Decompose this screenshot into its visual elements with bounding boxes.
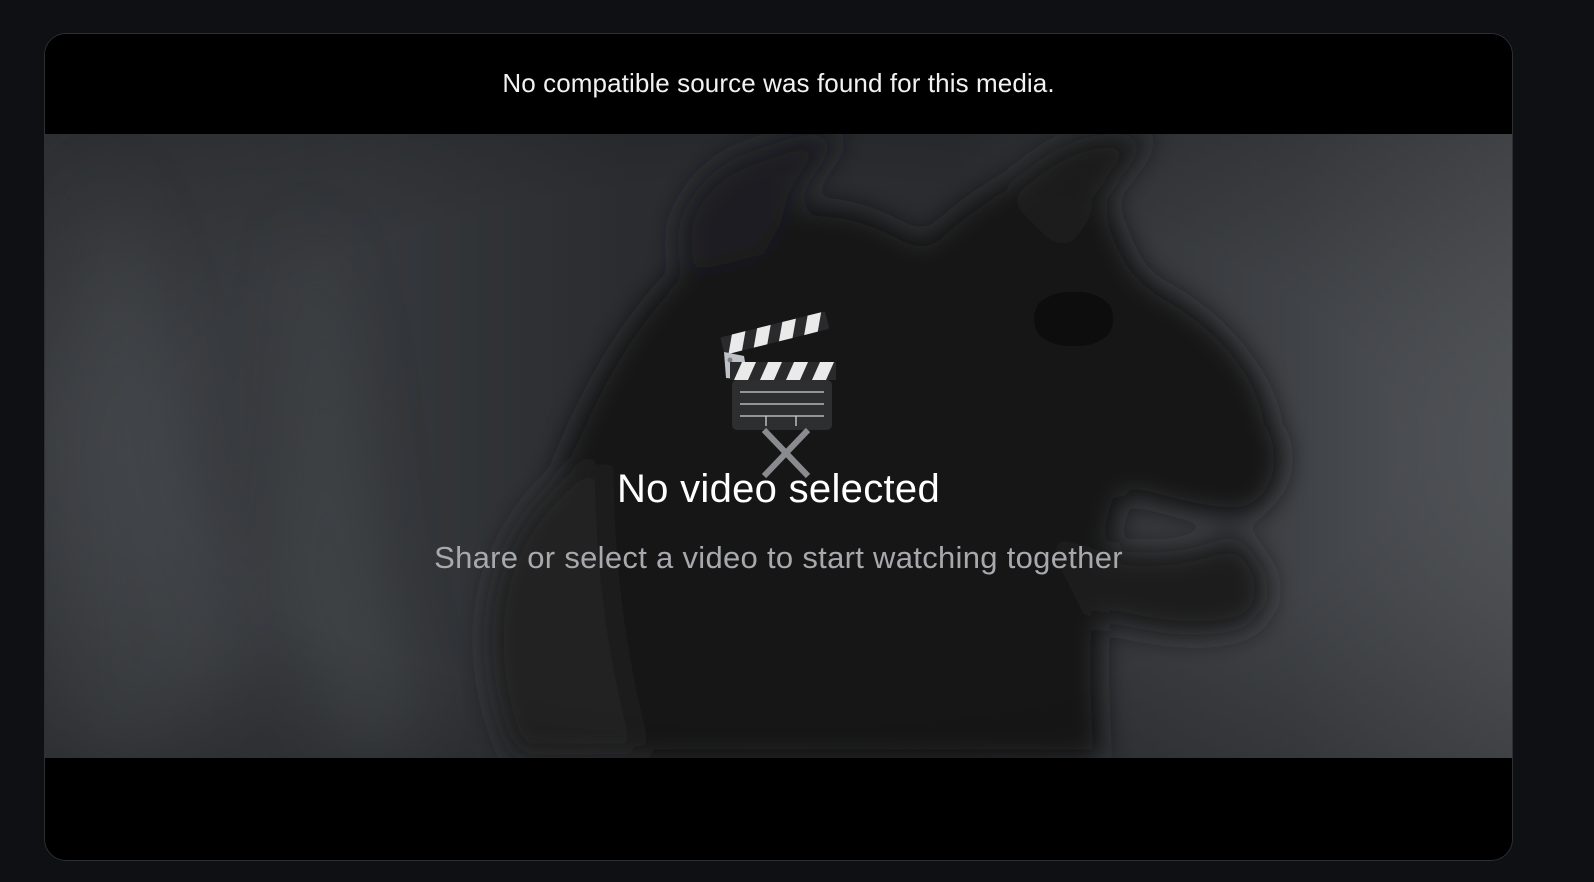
error-message-bar: No compatible source was found for this … xyxy=(45,34,1512,134)
clapper-board-icon xyxy=(720,311,836,479)
placeholder-title: No video selected xyxy=(616,467,941,511)
page: No compatible source was found for this … xyxy=(0,0,1594,882)
error-message: No compatible source was found for this … xyxy=(502,67,1055,98)
placeholder-subtitle: Share or select a video to start watchin… xyxy=(434,540,1123,575)
player-control-bar xyxy=(45,758,1512,860)
video-player[interactable]: No compatible source was found for this … xyxy=(44,33,1513,861)
